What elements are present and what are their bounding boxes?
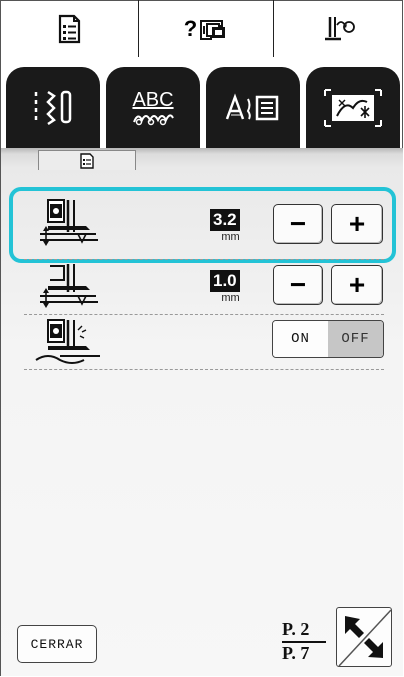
decrease-button[interactable]: − <box>273 204 323 244</box>
page-indicator: P. 2 P. 7 <box>282 619 326 664</box>
row-divider <box>24 369 384 370</box>
value-number: 3.2 <box>210 209 240 231</box>
needle-thread-button[interactable] <box>274 0 403 57</box>
minus-label: − <box>289 208 307 239</box>
value-number: 1.0 <box>210 270 240 292</box>
settings-button[interactable] <box>0 0 138 57</box>
pivot-toggle[interactable]: ON OFF <box>272 320 384 358</box>
tab-embroidery[interactable] <box>306 67 400 148</box>
tab-character-decorative[interactable]: ABC <box>106 67 200 148</box>
presser-foot-pressure-icon <box>40 264 98 308</box>
page-total: P. 7 <box>282 643 310 663</box>
presser-foot-height-icon <box>40 199 98 246</box>
tab-font-edit[interactable] <box>206 67 300 148</box>
increase-button[interactable]: + <box>331 204 383 244</box>
pivot-foot-icon <box>35 319 100 364</box>
toggle-off[interactable]: OFF <box>328 321 383 357</box>
font-edit-icon <box>225 92 279 120</box>
settings-list-icon <box>80 152 94 169</box>
utility-stitch-icon <box>34 90 72 125</box>
increase-button[interactable]: + <box>331 265 383 305</box>
plus-label: + <box>348 208 366 239</box>
page-navigate-button[interactable] <box>336 607 392 667</box>
decrease-button[interactable]: − <box>273 265 323 305</box>
toggle-on[interactable]: ON <box>273 321 328 357</box>
top-bar: ? <box>0 0 404 57</box>
value-unit: mm <box>221 231 240 243</box>
character-decorative-icon <box>133 113 174 125</box>
minus-label: − <box>289 269 307 300</box>
embroidery-icon <box>324 88 382 127</box>
help-machine-icon <box>200 19 226 40</box>
row-divider <box>24 314 384 315</box>
page-current: P. 2 <box>282 619 326 643</box>
tab-abc-label: ABC <box>132 88 174 111</box>
presser-foot-height-value: 3.2 mm <box>210 209 240 243</box>
presser-foot-pressure-value: 1.0 mm <box>210 270 240 304</box>
settings-screen-icon <box>58 14 81 43</box>
page-navigate-icon <box>338 609 392 667</box>
close-button[interactable]: CERRAR <box>17 625 97 663</box>
help-question-mark: ? <box>183 15 198 41</box>
panel-page-tab[interactable] <box>38 150 136 170</box>
value-unit: mm <box>221 292 240 304</box>
row-divider <box>24 259 384 260</box>
category-tabs: ABC <box>0 60 404 148</box>
help-button[interactable]: ? <box>139 0 273 57</box>
plus-label: + <box>348 269 366 300</box>
needle-threading-icon <box>324 16 355 40</box>
tab-utility-stitches[interactable] <box>6 67 100 148</box>
